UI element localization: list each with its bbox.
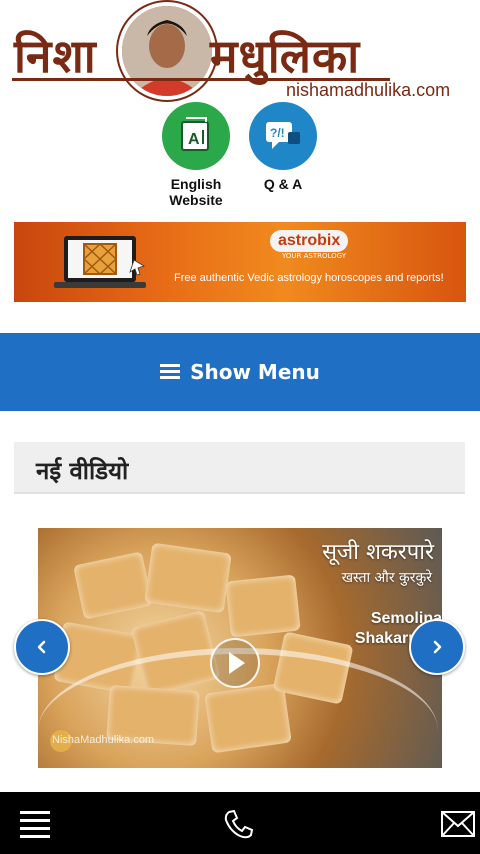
- english-website-label[interactable]: English Website: [161, 176, 231, 208]
- banner-tagline: Free authentic Vedic astrology horoscope…: [174, 272, 444, 284]
- mail-icon[interactable]: [440, 810, 476, 838]
- english-label-line2: Website: [169, 192, 223, 208]
- laptop-icon: [54, 236, 146, 288]
- site-domain: nishamadhulika.com: [286, 80, 451, 100]
- chevron-right-icon: [433, 640, 442, 654]
- menu-icon[interactable]: [18, 808, 52, 840]
- section-title: नई वीडियो: [36, 457, 129, 485]
- svg-text:A: A: [188, 131, 200, 148]
- site-header: निशा मधुलिका nishamadhulika.com: [0, 0, 480, 100]
- qa-button[interactable]: ?/! Q & A: [248, 102, 318, 192]
- english-label-line1: English: [170, 176, 222, 192]
- show-menu-label: Show Menu: [190, 360, 320, 384]
- section-heading: नई वीडियो: [14, 442, 465, 494]
- english-website-button[interactable]: A English Website: [161, 102, 231, 208]
- astrobix-banner[interactable]: astrobix YOUR ASTROLOGY Free authentic V…: [14, 222, 466, 302]
- logo-avatar[interactable]: [118, 2, 216, 100]
- video-watermark: NishaMadhulika.com: [52, 734, 155, 746]
- show-menu-button[interactable]: Show Menu: [0, 333, 480, 411]
- video-title-hindi: सूजी शकरपारे: [322, 540, 434, 565]
- bottom-nav-bar: [0, 792, 480, 854]
- carousel-next-button[interactable]: [409, 619, 465, 675]
- hamburger-icon: [160, 364, 181, 380]
- page: निशा मधुलिका nishamadhulika.com A Englis…: [0, 0, 480, 854]
- astrobix-subtitle: YOUR ASTROLOGY: [282, 252, 347, 260]
- svg-text:?/!: ?/!: [270, 126, 285, 140]
- play-icon[interactable]: [210, 638, 260, 688]
- qa-label[interactable]: Q & A: [248, 176, 318, 192]
- video-thumbnail[interactable]: सूजी शकरपारे खस्ता और कुरकुरे Semolina S…: [38, 528, 442, 768]
- logo-text-part2[interactable]: मधुलिका: [210, 28, 360, 84]
- astrobix-logo: astrobix: [270, 230, 349, 252]
- question-chat-icon[interactable]: ?/!: [249, 102, 317, 170]
- logo-text-part1[interactable]: निशा: [14, 28, 97, 84]
- video-subtitle-hindi: खस्ता और कुरकुरे: [341, 570, 432, 586]
- phone-icon[interactable]: [222, 808, 256, 840]
- chevron-left-icon: [37, 640, 46, 654]
- carousel-prev-button[interactable]: [14, 619, 70, 675]
- translate-icon[interactable]: A: [162, 102, 230, 170]
